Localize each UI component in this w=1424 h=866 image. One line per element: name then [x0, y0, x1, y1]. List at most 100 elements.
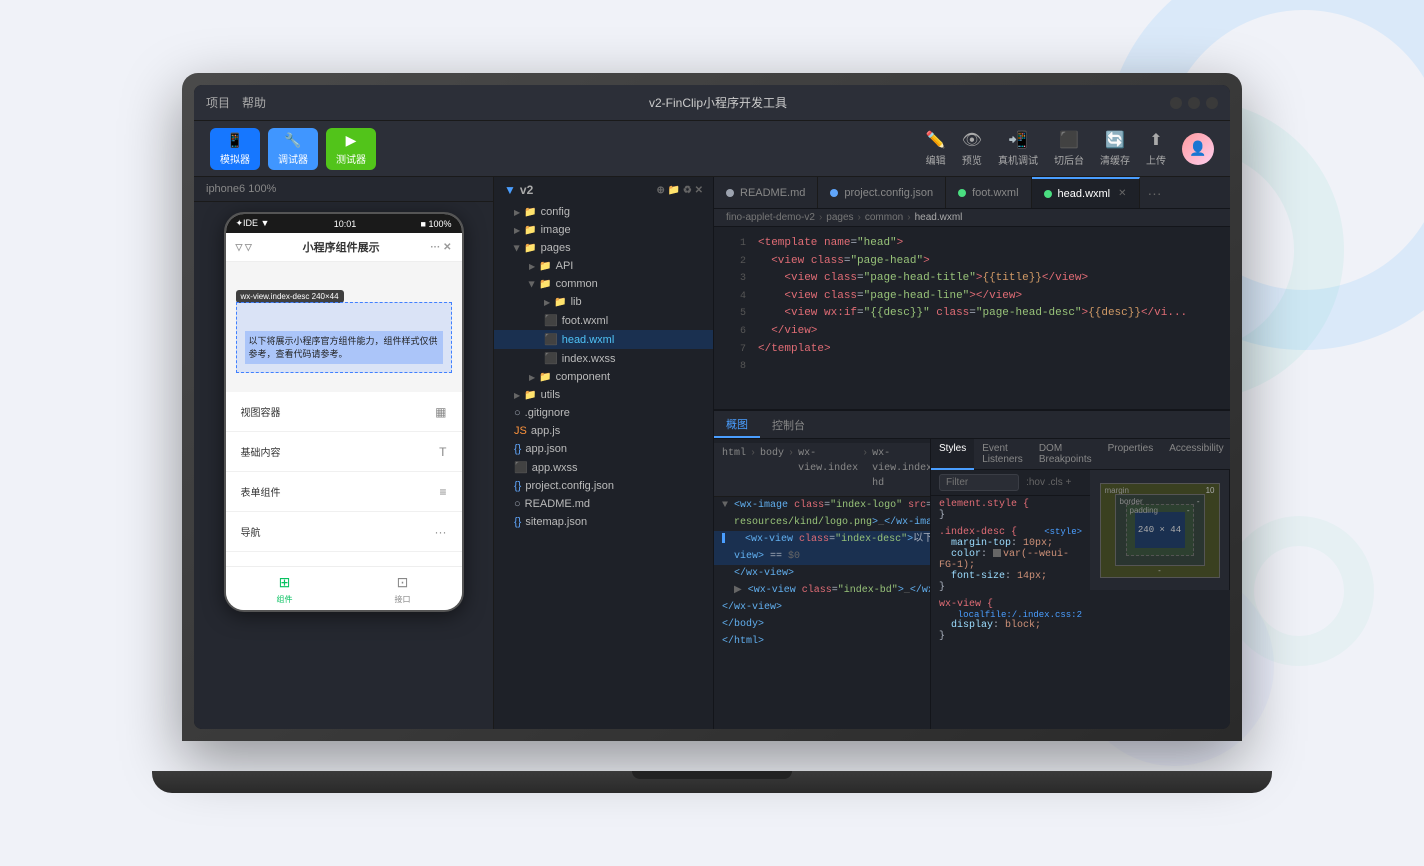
elements-line-5[interactable]: </wx-view> [714, 565, 930, 582]
tab-accessibility[interactable]: Accessibility [1161, 439, 1230, 470]
breadcrumb-item-0: fino-applet-demo-v2 [726, 212, 815, 223]
clear-cache-icon: 🔄 [1105, 130, 1125, 150]
menu-item-project[interactable]: 项目 [206, 94, 230, 111]
tree-index-wxss[interactable]: ⬛ index.wxss [494, 349, 713, 368]
elements-line-9[interactable]: </html> [714, 633, 930, 650]
tree-app-js[interactable]: JS app.js [494, 422, 713, 440]
breadcrumb-sep-2: › [907, 212, 910, 223]
elements-line-8[interactable]: </body> [714, 616, 930, 633]
tab-foot-wxml[interactable]: foot.wxml [946, 177, 1031, 208]
elements-line-4[interactable]: view> == $0 [714, 548, 930, 565]
tab-event-listeners[interactable]: Event Listeners [974, 439, 1031, 470]
tab-icon-foot [958, 189, 966, 197]
bm-content-size: 240 × 44 [1138, 525, 1181, 535]
bm-margin: margin 10 - border - [1100, 483, 1220, 578]
tab-more-button[interactable]: ··· [1140, 177, 1170, 208]
folder-icon: 📁 [524, 390, 536, 401]
nav-components[interactable]: ⊞ 组件 [275, 572, 295, 605]
tree-foot-wxml[interactable]: ⬛ foot.wxml [494, 311, 713, 330]
bc-wx-view-index-hd[interactable]: wx-view.index-hd [872, 446, 930, 493]
file-icon: ○ [514, 407, 521, 419]
upload-icon: ⬆ [1149, 130, 1162, 150]
styles-content: :hov .cls + element.style { } [931, 470, 1230, 729]
edit-action[interactable]: ✏️ 编辑 [926, 130, 946, 167]
tab-dom-breakpoints[interactable]: DOM Breakpoints [1031, 439, 1100, 470]
styles-filter-input[interactable] [939, 474, 1019, 491]
phone-title-bar: ▽ ▽ 小程序组件展示 ··· ✕ [226, 233, 462, 262]
bm-content: 240 × 44 [1135, 512, 1185, 548]
tree-root-icon: ▼ [504, 183, 516, 197]
bc-wx-view-index[interactable]: wx-view.index [798, 446, 858, 493]
menu-item-nav[interactable]: 导航 ··· [226, 512, 462, 552]
tab-styles[interactable]: Styles [931, 439, 974, 470]
win-minimize-button[interactable] [1188, 97, 1200, 109]
debug-button[interactable]: 🔧 调试器 [268, 128, 318, 170]
tree-item-label: component [556, 371, 610, 383]
win-maximize-button[interactable] [1206, 97, 1218, 109]
tree-item-label: API [556, 260, 574, 272]
tree-item-label: app.json [525, 443, 567, 455]
tree-sitemap[interactable]: {} sitemap.json [494, 513, 713, 531]
bg-decor-circle-4 [1224, 516, 1374, 666]
elements-line-7[interactable]: </wx-view> [714, 599, 930, 616]
elements-line-1[interactable]: ▼ <wx-image class="index-logo" src="../r… [714, 497, 930, 514]
tree-common[interactable]: ▶ 📁 common [494, 275, 713, 293]
elements-line-3[interactable]: <wx-view class="index-desc">以下将展示小程序官方组件… [714, 531, 930, 548]
user-avatar[interactable]: 👤 [1182, 133, 1214, 165]
md-file-icon: ○ [514, 498, 521, 510]
prop-margin-top: margin-top [951, 538, 1011, 549]
tree-app-json[interactable]: {} app.json [494, 440, 713, 458]
tree-root-label: v2 [520, 183, 533, 197]
code-line-2: 2 <view class="page-head"> [714, 253, 1230, 271]
devtools-tab-console[interactable]: 控制台 [760, 411, 817, 438]
tab-readme[interactable]: README.md [714, 177, 818, 208]
simulate-button[interactable]: 📱 模拟器 [210, 128, 260, 170]
menu-item-views[interactable]: 视图容器 ▦ [226, 392, 462, 432]
devtools-tab-overview[interactable]: 概图 [714, 411, 760, 438]
menu-item-help[interactable]: 帮助 [242, 94, 266, 111]
toolbar: 📱 模拟器 🔧 调试器 ▶ 测试器 [194, 121, 1230, 177]
breadcrumb-sep-1: › [858, 212, 861, 223]
tree-component[interactable]: ▶ 📁 component [494, 368, 713, 386]
tree-pages[interactable]: ▶ 📁 pages [494, 239, 713, 257]
tree-lib[interactable]: ▶ 📁 lib [494, 293, 713, 311]
menu-item-basic[interactable]: 基础内容 T [226, 432, 462, 472]
tree-utils[interactable]: ▶ 📁 utils [494, 386, 713, 404]
folder-icon: 📁 [554, 297, 566, 308]
menu-item-forms[interactable]: 表单组件 ≡ [226, 472, 462, 512]
elements-line-2[interactable]: resources/kind/logo.png>_</wx-image> [714, 514, 930, 531]
clear-cache-action[interactable]: 🔄 清缓存 [1100, 130, 1130, 167]
bc-body[interactable]: body [760, 446, 784, 493]
elements-panel[interactable]: html › body › wx-view.index › wx-view.in… [714, 439, 930, 729]
tree-head-wxml[interactable]: ⬛ head.wxml [494, 330, 713, 349]
style-source-link[interactable]: <style> [1044, 527, 1082, 537]
phone-frame: ✦IDE ▼ 10:01 ■ 100% ▽ ▽ 小程序组件展示 ··· ✕ [224, 212, 464, 612]
tree-config[interactable]: ▶ 📁 config [494, 203, 713, 221]
tab-project-config[interactable]: project.config.json [818, 177, 946, 208]
tab-close-icon[interactable]: ✕ [1118, 188, 1126, 199]
tab-head-wxml[interactable]: head.wxml ✕ [1032, 177, 1140, 208]
bc-html[interactable]: html [722, 446, 746, 493]
test-button[interactable]: ▶ 测试器 [326, 128, 376, 170]
status-left: ✦IDE ▼ [236, 218, 270, 229]
tree-api[interactable]: ▶ 📁 API [494, 257, 713, 275]
tab-properties[interactable]: Properties [1100, 439, 1162, 470]
element-style-selector: element.style { [939, 499, 1029, 510]
tree-project-config[interactable]: {} project.config.json [494, 477, 713, 495]
tree-readme[interactable]: ○ README.md [494, 495, 713, 513]
elements-line-6[interactable]: ▶ <wx-view class="index-bd">_</wx-view> [714, 582, 930, 599]
upload-action[interactable]: ⬆ 上传 [1146, 130, 1166, 167]
win-close-button[interactable] [1170, 97, 1182, 109]
code-editor[interactable]: 1 <template name="head"> 2 <view class="… [714, 227, 1230, 409]
ide-window: 项目 帮助 v2-FinClip小程序开发工具 📱 [194, 85, 1230, 729]
tree-gitignore[interactable]: ○ .gitignore [494, 404, 713, 422]
preview-action[interactable]: 👁 预览 [962, 130, 982, 167]
background-action[interactable]: ⬛ 切后台 [1054, 130, 1084, 167]
wx-view-source-link[interactable]: localfile:/.index.css:2 [958, 610, 1082, 620]
tree-image[interactable]: ▶ 📁 image [494, 221, 713, 239]
tree-app-wxss[interactable]: ⬛ app.wxss [494, 458, 713, 477]
code-line-6: 6 </view> [714, 323, 1230, 341]
nav-interface[interactable]: ⊡ 接口 [393, 572, 413, 605]
device-debug-action[interactable]: 📲 真机调试 [998, 130, 1038, 167]
breadcrumb-item-1: pages [826, 212, 853, 223]
